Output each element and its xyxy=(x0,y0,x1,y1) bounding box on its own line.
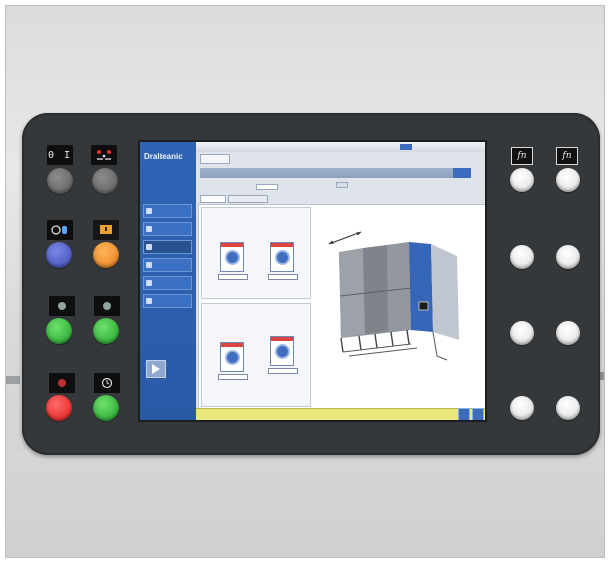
topbar-badge xyxy=(400,144,412,150)
key-label-cycle-hand xyxy=(47,220,73,240)
nav-icon xyxy=(146,298,152,304)
indicator-icon xyxy=(58,302,66,310)
machine-panel xyxy=(363,245,388,334)
machine-panel xyxy=(387,242,411,331)
device-tile[interactable] xyxy=(220,342,244,372)
device-icon xyxy=(275,250,290,265)
device-icon xyxy=(225,250,240,265)
function-key[interactable] xyxy=(510,321,534,345)
tab-sub-1[interactable] xyxy=(200,195,226,203)
device-value-field[interactable] xyxy=(218,274,248,280)
machine-display xyxy=(418,301,429,311)
key-label-robot-icon xyxy=(91,145,117,165)
dimension-arrow xyxy=(328,231,362,245)
function-key[interactable] xyxy=(556,245,580,269)
tab-overview[interactable] xyxy=(200,154,230,164)
start-button[interactable] xyxy=(93,318,119,344)
sidebar: Dralteanic xyxy=(140,142,196,420)
key-label-indicator xyxy=(49,296,75,316)
sidebar-item-active[interactable] xyxy=(143,240,192,254)
machine-control-cabinet xyxy=(409,242,433,332)
machine-rails xyxy=(342,343,418,357)
tab-strip xyxy=(196,154,485,168)
nav-icon xyxy=(146,208,152,214)
function-key[interactable] xyxy=(510,168,534,192)
manual-mode-button[interactable] xyxy=(46,242,72,268)
machine-rails xyxy=(432,331,448,361)
device-value-field[interactable] xyxy=(268,274,298,280)
device-value-field[interactable] xyxy=(218,374,248,380)
device-value-field[interactable] xyxy=(268,368,298,374)
screen-topbar xyxy=(196,142,485,152)
key-label-stop xyxy=(49,373,75,393)
cycle-hand-icon xyxy=(51,225,67,235)
play-button[interactable] xyxy=(146,360,166,378)
touch-screen[interactable]: Dralteanic xyxy=(138,140,487,422)
device-tile[interactable] xyxy=(270,336,294,366)
key-label-warning xyxy=(93,220,119,240)
machine-3d-view xyxy=(328,231,459,361)
machine-panel xyxy=(339,248,365,338)
sidebar-item[interactable] xyxy=(143,222,192,236)
sidebar-item[interactable] xyxy=(143,294,192,308)
warning-button[interactable] xyxy=(93,242,119,268)
fn-key-label: fn xyxy=(511,147,533,165)
timer-button[interactable] xyxy=(93,395,119,421)
nav-icon xyxy=(146,226,152,232)
selection-field[interactable] xyxy=(256,184,278,190)
timer-icon xyxy=(101,377,113,389)
sidebar-item[interactable] xyxy=(143,204,192,218)
main-area xyxy=(198,204,485,410)
status-button[interactable] xyxy=(458,408,470,420)
power-button[interactable] xyxy=(47,168,73,194)
wall-seam xyxy=(6,376,20,384)
nav-icon xyxy=(146,262,152,268)
device-group-top xyxy=(201,207,311,299)
brand-logo: Dralteanic xyxy=(144,152,183,161)
function-key[interactable] xyxy=(556,321,580,345)
device-icon xyxy=(225,350,240,365)
status-bar xyxy=(196,408,485,420)
robot-icon xyxy=(97,150,111,160)
key-label-timer xyxy=(94,373,120,393)
warning-icon xyxy=(100,225,112,234)
sidebar-item[interactable] xyxy=(143,276,192,290)
stop-icon xyxy=(58,379,66,387)
key-label-indicator xyxy=(94,296,120,316)
nav-icon xyxy=(146,244,152,250)
indicator-icon xyxy=(103,302,111,310)
function-key[interactable] xyxy=(556,396,580,420)
robot-button[interactable] xyxy=(92,168,118,194)
tab-sub-2[interactable] xyxy=(228,195,268,203)
selection-field[interactable] xyxy=(336,182,348,188)
device-tile[interactable] xyxy=(220,242,244,272)
function-key[interactable] xyxy=(556,168,580,192)
device-group-bottom xyxy=(201,303,311,407)
function-key[interactable] xyxy=(510,396,534,420)
status-button[interactable] xyxy=(472,408,484,420)
fn-key-label: fn xyxy=(556,147,578,165)
key-label-power: 0 I xyxy=(47,145,73,165)
function-key[interactable] xyxy=(510,245,534,269)
sidebar-item[interactable] xyxy=(143,258,192,272)
machine-side-glass xyxy=(431,244,459,340)
emergency-stop-button[interactable] xyxy=(46,395,72,421)
nav-icon xyxy=(146,280,152,286)
start-button[interactable] xyxy=(46,318,72,344)
filter-button[interactable] xyxy=(453,168,471,178)
filter-bar[interactable] xyxy=(200,168,471,178)
device-icon xyxy=(275,344,290,359)
floor xyxy=(6,451,604,557)
device-tile[interactable] xyxy=(270,242,294,272)
